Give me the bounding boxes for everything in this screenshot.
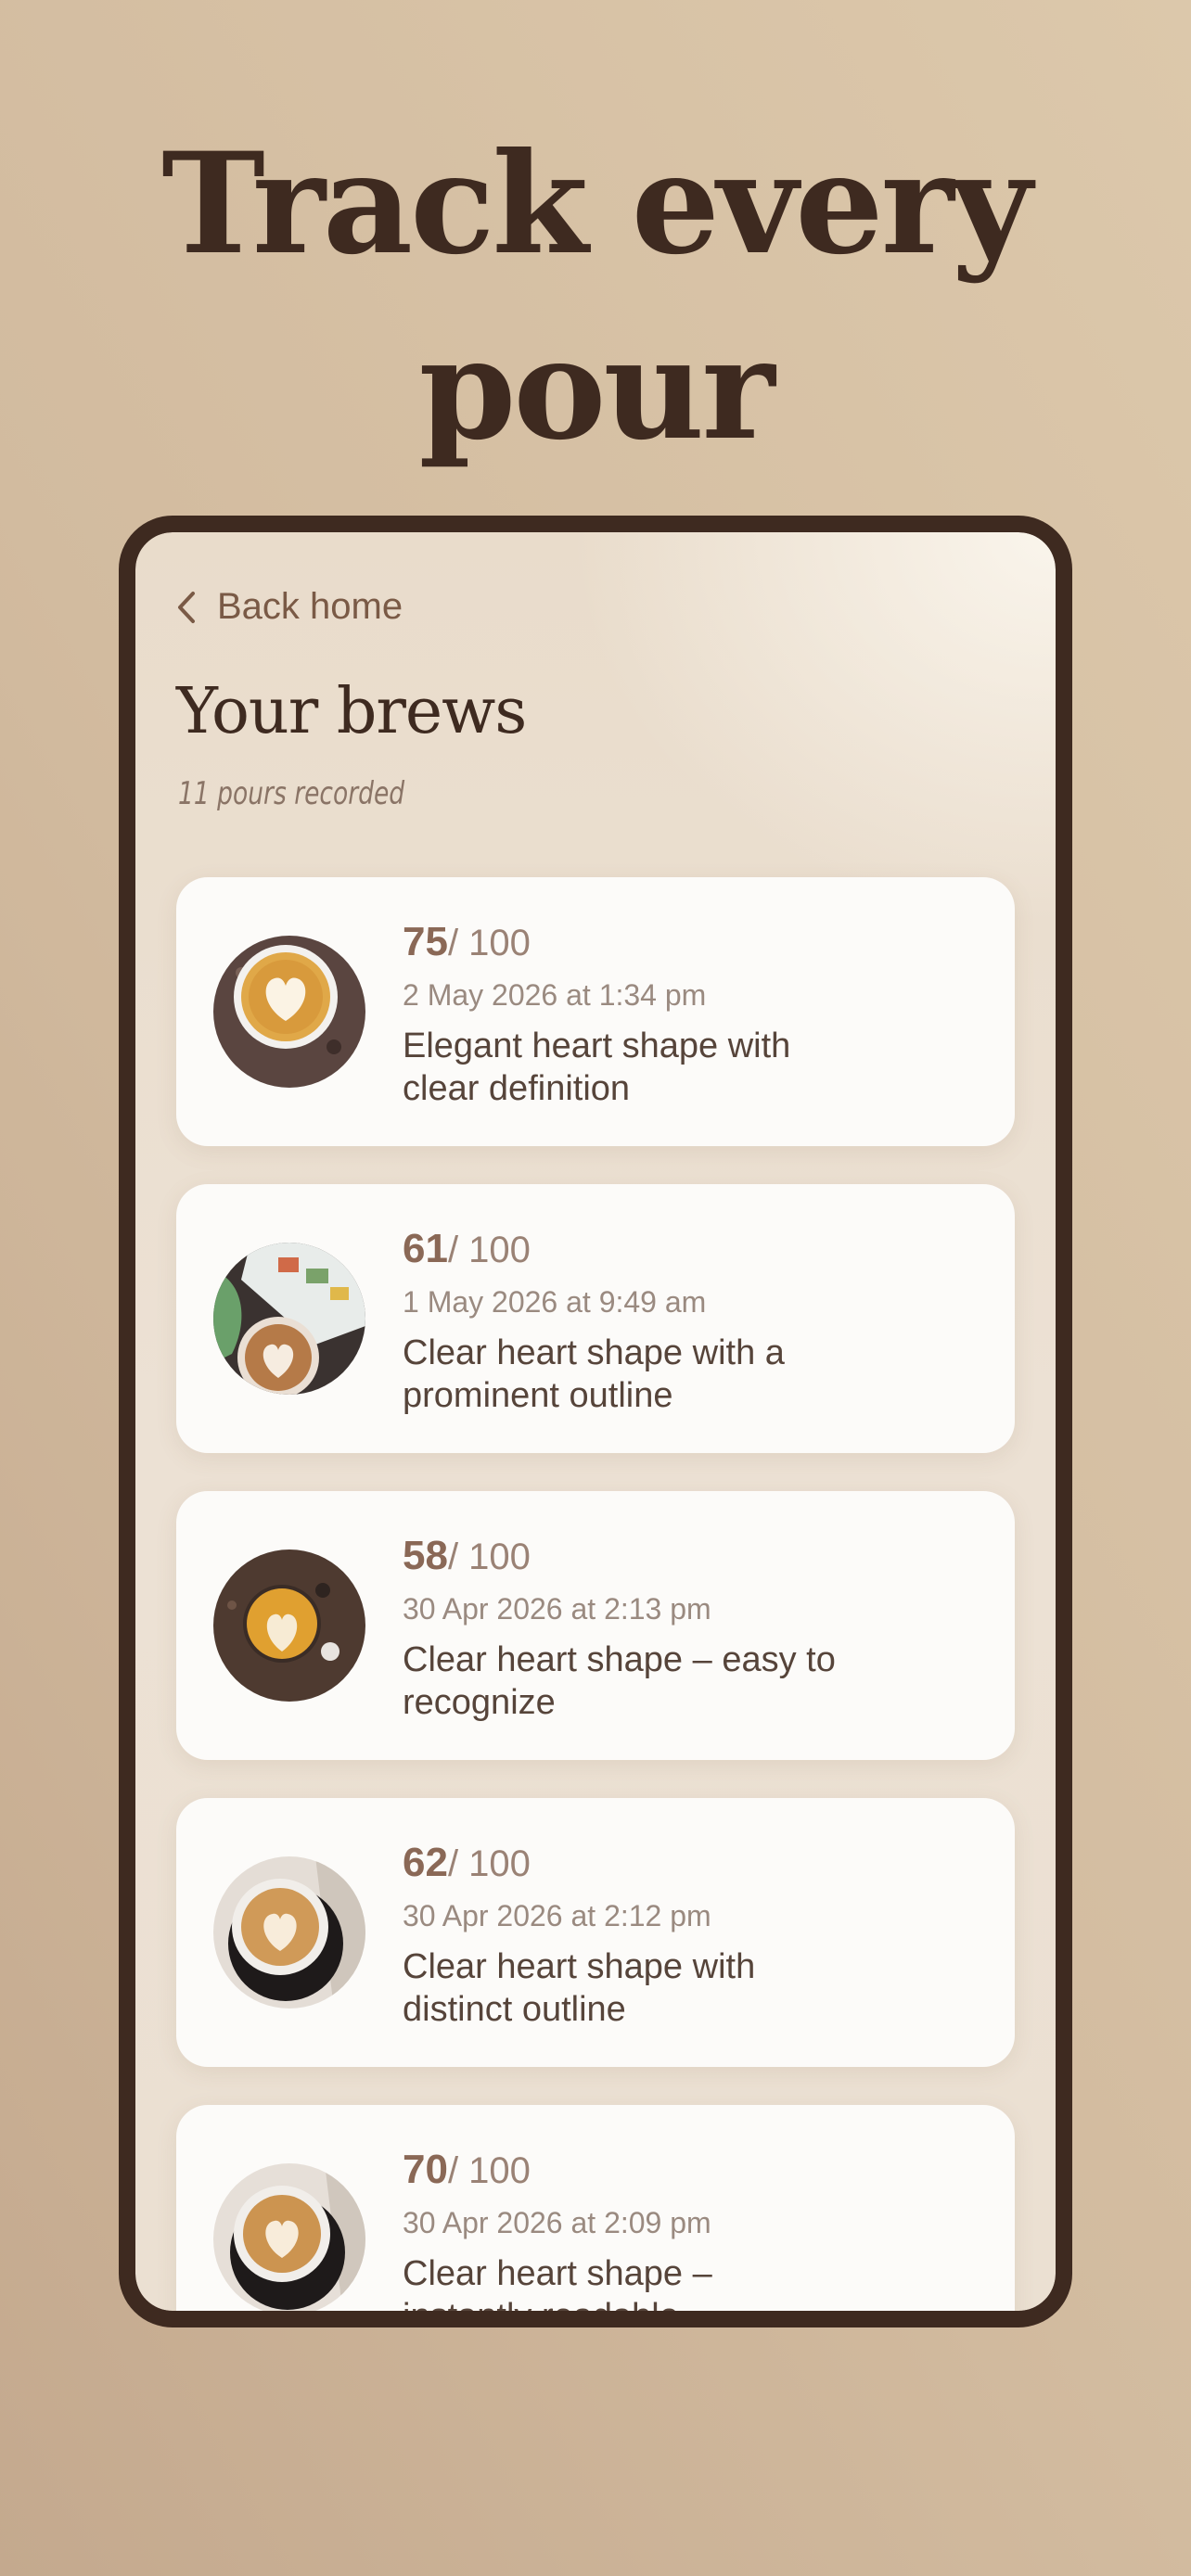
brew-score: 75: [403, 919, 448, 964]
latte-photo: [213, 1856, 365, 2009]
back-home-button[interactable]: Back home: [176, 586, 403, 628]
brew-card[interactable]: 75/ 100 2 May 2026 at 1:34 pm Elegant he…: [176, 877, 1015, 1146]
brew-card[interactable]: 61/ 100 1 May 2026 at 9:49 am Clear hear…: [176, 1184, 1015, 1453]
brew-description: Clear heart shape with distinct outline: [403, 1947, 756, 2029]
brew-score: 70: [403, 2147, 448, 2192]
brew-score: 58: [403, 1533, 448, 1578]
latte-photo: [213, 1549, 365, 1702]
marketing-headline: Track every pour: [161, 122, 1032, 471]
brew-card[interactable]: 58/ 100 30 Apr 2026 at 2:13 pm Clear hea…: [176, 1491, 1015, 1760]
latte-photo: [213, 936, 365, 1088]
page-title: Your brews: [176, 675, 527, 748]
score-denominator: / 100: [447, 1537, 531, 1577]
pour-count: 11 pours recorded: [178, 775, 405, 812]
phone-frame: Back home Your brews 11 pours recorded 7…: [119, 516, 1072, 2327]
brew-description: Clear heart shape with a prominent outli…: [403, 1333, 785, 1415]
brew-description: Clear heart shape – instantly readable: [403, 2254, 712, 2311]
brew-card[interactable]: 62/ 100 30 Apr 2026 at 2:12 pm Clear hea…: [176, 1798, 1015, 2067]
brew-list: 75/ 100 2 May 2026 at 1:34 pm Elegant he…: [176, 877, 1015, 2311]
brew-info: 70/ 100 30 Apr 2026 at 2:09 pm Clear hea…: [403, 2146, 839, 2311]
score-denominator: / 100: [447, 923, 531, 963]
brew-date: 30 Apr 2026 at 2:09 pm: [403, 2206, 711, 2239]
chevron-left-icon: [178, 591, 195, 623]
brew-date: 30 Apr 2026 at 2:12 pm: [403, 1899, 711, 1932]
brew-date: 1 May 2026 at 9:49 am: [403, 1285, 707, 1319]
brew-info: 75/ 100 2 May 2026 at 1:34 pm Elegant he…: [403, 918, 839, 1110]
back-home-label: Back home: [217, 586, 403, 627]
brew-info: 58/ 100 30 Apr 2026 at 2:13 pm Clear hea…: [403, 1532, 839, 1724]
brew-date: 30 Apr 2026 at 2:13 pm: [403, 1592, 711, 1626]
brew-info: 61/ 100 1 May 2026 at 9:49 am Clear hear…: [403, 1225, 839, 1417]
brew-score: 61: [403, 1226, 448, 1271]
latte-photo: [213, 1243, 365, 1395]
brew-date: 2 May 2026 at 1:34 pm: [403, 978, 707, 1012]
score-denominator: / 100: [447, 1230, 531, 1270]
latte-photo: [213, 2163, 365, 2311]
brew-description: Clear heart shape – easy to recognize: [403, 1640, 836, 1722]
brew-score: 62: [403, 1840, 448, 1885]
score-denominator: / 100: [447, 1843, 531, 1884]
brew-card[interactable]: 70/ 100 30 Apr 2026 at 2:09 pm Clear hea…: [176, 2105, 1015, 2311]
brews-screen: Back home Your brews 11 pours recorded 7…: [135, 532, 1056, 2311]
brew-description: Elegant heart shape with clear definitio…: [403, 1027, 791, 1108]
brew-info: 62/ 100 30 Apr 2026 at 2:12 pm Clear hea…: [403, 1839, 839, 2031]
score-denominator: / 100: [447, 2150, 531, 2191]
